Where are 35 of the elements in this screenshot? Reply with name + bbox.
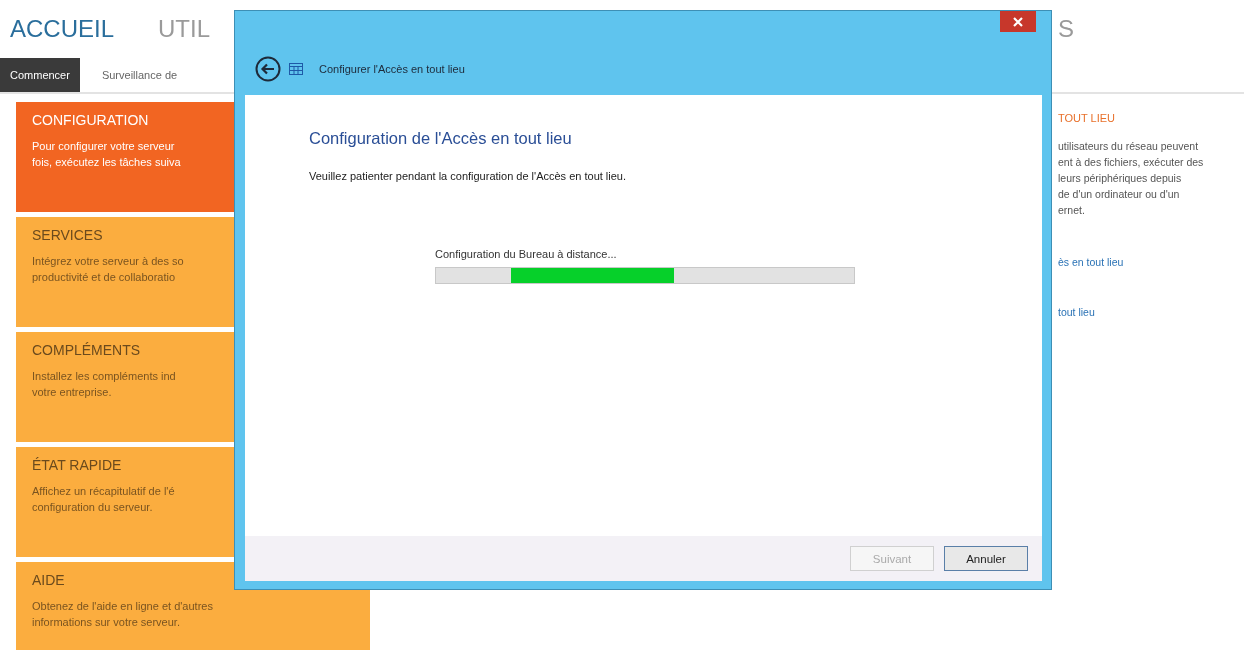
close-icon bbox=[1013, 16, 1023, 27]
tile-title: AIDE bbox=[32, 572, 65, 588]
tile-title: ÉTAT RAPIDE bbox=[32, 457, 122, 473]
tile-title: CONFIGURATION bbox=[32, 112, 149, 128]
tile-description: Pour configurer votre serveur bbox=[32, 139, 175, 154]
nav-heading[interactable]: UTIL bbox=[158, 15, 211, 43]
tab[interactable]: Commencer bbox=[0, 58, 80, 92]
tile-description: productivité et de collaboratio bbox=[32, 270, 176, 285]
progress-label: Configuration du Bureau à distance... bbox=[435, 248, 617, 260]
tile-description: configuration du serveur. bbox=[32, 500, 153, 515]
section-title: TOUT LIEU bbox=[1058, 112, 1116, 124]
dialog-button[interactable]: Annuler bbox=[944, 546, 1028, 571]
section-description: ent à des fichiers, exécuter des bbox=[1058, 155, 1204, 170]
link[interactable]: tout lieu bbox=[1058, 306, 1095, 318]
tab[interactable]: Surveillance de bbox=[91, 58, 188, 92]
tile-description: informations sur votre serveur. bbox=[32, 615, 180, 630]
tile-title: SERVICES bbox=[32, 227, 103, 243]
nav-heading[interactable]: S bbox=[1058, 15, 1244, 43]
table-icon bbox=[289, 63, 303, 75]
section-description: leurs périphériques depuis bbox=[1058, 171, 1182, 186]
section-description: ernet. bbox=[1058, 203, 1085, 218]
window-title: Configurer l'Accès en tout lieu bbox=[319, 63, 465, 75]
nav-heading[interactable]: ACCUEIL bbox=[10, 15, 115, 43]
tile-description: Obtenez de l'aide en ligne et d'autres bbox=[32, 599, 213, 614]
tile-description: Installez les compléments ind bbox=[32, 369, 176, 384]
tile-title: COMPLÉMENTS bbox=[32, 342, 141, 358]
close-button[interactable] bbox=[1000, 11, 1036, 32]
section-description: de d'un ordinateur ou d'un bbox=[1058, 187, 1180, 202]
back-button[interactable] bbox=[255, 56, 281, 82]
section-description: utilisateurs du réseau peuvent bbox=[1058, 139, 1199, 154]
tile-description: votre entreprise. bbox=[32, 385, 112, 400]
tile-description: fois, exécutez les tâches suiva bbox=[32, 155, 181, 170]
link[interactable]: ès en tout lieu bbox=[1058, 256, 1124, 268]
tile-description: Affichez un récapitulatif de l'é bbox=[32, 484, 175, 499]
tile-description: Intégrez votre serveur à des so bbox=[32, 254, 184, 269]
